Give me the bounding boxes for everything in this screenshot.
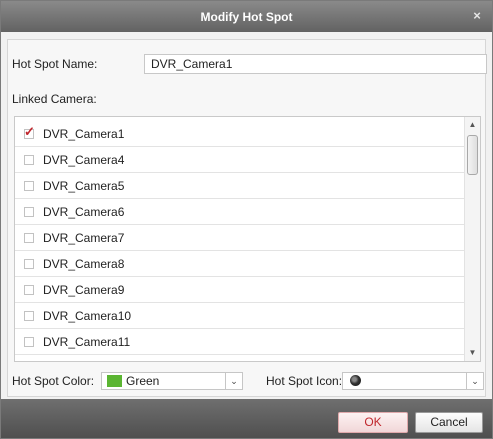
hot-spot-color-select[interactable]: Green ⌄ xyxy=(101,372,243,390)
camera-checkbox[interactable] xyxy=(24,154,34,165)
cancel-button[interactable]: Cancel xyxy=(415,412,483,433)
camera-checkbox[interactable] xyxy=(24,180,34,191)
linked-camera-list: ✓ DVR_Camera1 DVR_Camera4 DVR_Camera5 DVR_Ca… xyxy=(14,116,481,362)
checkmark-icon: ✓ xyxy=(24,123,35,139)
dialog-content: Hot Spot Name: Linked Camera: ✓ DVR_Camer… xyxy=(7,39,487,397)
camera-label: DVR_Camera4 xyxy=(43,152,125,167)
camera-label: DVR_Camera8 xyxy=(43,256,125,271)
camera-checkbox[interactable] xyxy=(24,310,34,321)
camera-list-item[interactable]: ✓ DVR_Camera1 xyxy=(15,121,466,147)
camera-label: DVR_Camera7 xyxy=(43,230,125,245)
hot-spot-name-input[interactable] xyxy=(144,54,487,74)
title-bar: Modify Hot Spot × xyxy=(1,1,492,32)
camera-label: DVR_Camera6 xyxy=(43,204,125,219)
camera-label: DVR_Camera5 xyxy=(43,178,125,193)
hot-spot-icon-label: Hot Spot Icon: xyxy=(266,374,343,388)
camera-list-item[interactable]: DVR_Camera8 xyxy=(15,251,466,277)
hot-spot-color-label: Hot Spot Color: xyxy=(12,374,95,388)
close-icon[interactable]: × xyxy=(470,9,484,23)
hot-spot-icon-select[interactable]: ⌄ xyxy=(342,372,484,390)
hot-spot-color-value: Green xyxy=(126,374,160,388)
dialog-title: Modify Hot Spot xyxy=(200,9,293,24)
ok-button[interactable]: OK xyxy=(338,412,408,433)
camera-list-rows: ✓ DVR_Camera1 DVR_Camera4 DVR_Camera5 DVR_Ca… xyxy=(15,121,466,362)
dialog-footer: OK Cancel xyxy=(1,399,492,438)
camera-label: DVR_Camera1 xyxy=(43,126,125,141)
camera-list-item[interactable]: DVR_Camera9 xyxy=(15,277,466,303)
camera-checkbox[interactable]: ✓ xyxy=(24,124,35,139)
camera-checkbox[interactable] xyxy=(24,232,34,243)
scroll-down-icon[interactable]: ▼ xyxy=(465,346,480,360)
camera-icon xyxy=(350,375,361,386)
chevron-down-icon[interactable]: ⌄ xyxy=(225,373,242,389)
chevron-down-icon[interactable]: ⌄ xyxy=(466,373,483,389)
camera-checkbox[interactable] xyxy=(24,284,34,295)
camera-list-item[interactable]: DVR_Camera6 xyxy=(15,199,466,225)
scroll-up-icon[interactable]: ▲ xyxy=(465,118,480,132)
camera-list-item[interactable]: DVR_Camera5 xyxy=(15,173,466,199)
camera-label: DVR_Camera12 xyxy=(43,361,131,362)
camera-list-item[interactable]: DVR_Camera12 xyxy=(15,355,466,362)
camera-list-item[interactable]: DVR_Camera11 xyxy=(15,329,466,355)
camera-checkbox[interactable] xyxy=(24,206,34,217)
hot-spot-name-label: Hot Spot Name: xyxy=(12,57,98,71)
list-scrollbar[interactable]: ▲ ▼ xyxy=(464,117,480,361)
camera-list-item[interactable]: DVR_Camera4 xyxy=(15,147,466,173)
linked-camera-label: Linked Camera: xyxy=(12,92,97,106)
modify-hot-spot-dialog: Modify Hot Spot × Hot Spot Name: Linked … xyxy=(0,0,493,439)
camera-list-item[interactable]: DVR_Camera10 xyxy=(15,303,466,329)
camera-checkbox[interactable] xyxy=(24,258,34,269)
camera-label: DVR_Camera11 xyxy=(43,334,131,349)
camera-checkbox[interactable] xyxy=(24,336,34,347)
green-color-swatch xyxy=(107,375,122,387)
scroll-thumb[interactable] xyxy=(467,135,478,175)
camera-label: DVR_Camera10 xyxy=(43,308,132,323)
camera-list-item[interactable]: DVR_Camera7 xyxy=(15,225,466,251)
camera-label: DVR_Camera9 xyxy=(43,282,125,297)
